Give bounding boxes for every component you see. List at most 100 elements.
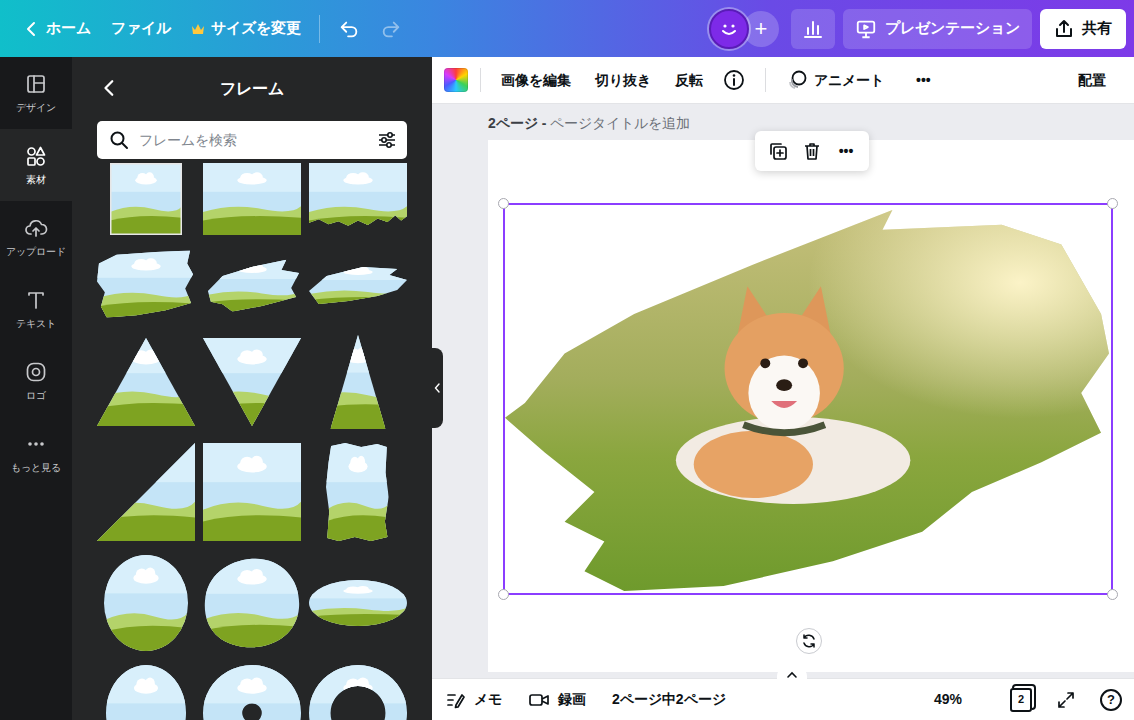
- rail-item[interactable]: 素材: [0, 129, 72, 201]
- share-label: 共有: [1082, 17, 1112, 40]
- zoom-label: 49%: [934, 689, 962, 710]
- more-options-button[interactable]: •••: [831, 136, 861, 166]
- frame-item[interactable]: [203, 443, 301, 541]
- zoom-level[interactable]: 49%: [934, 689, 962, 710]
- edit-image-label: 画像を編集: [501, 70, 571, 91]
- pages-grid-button[interactable]: 2: [1010, 688, 1032, 712]
- add-label: +: [755, 18, 768, 40]
- frame-shape-icon: [203, 338, 301, 426]
- rail-item[interactable]: デザイン: [0, 57, 72, 129]
- expand-pages-tab[interactable]: [777, 668, 807, 682]
- animate-button[interactable]: アニメート: [778, 63, 892, 97]
- editor-window: ホーム ファイル サイズを変更 + プレゼ: [0, 0, 1134, 720]
- arrange-button[interactable]: 配置: [1070, 64, 1114, 97]
- frame-item[interactable]: [203, 338, 301, 426]
- delete-button[interactable]: [797, 136, 827, 166]
- info-button[interactable]: [715, 63, 753, 97]
- more-label: •••: [916, 70, 931, 91]
- frames-panel: フレーム: [72, 57, 432, 720]
- top-bar: ホーム ファイル サイズを変更 + プレゼ: [0, 0, 1134, 57]
- page-title-placeholder[interactable]: ページタイトルを追加: [550, 115, 690, 131]
- redo-button[interactable]: [370, 12, 412, 46]
- flip-label: 反転: [675, 70, 703, 91]
- resize-handle[interactable]: [1107, 198, 1118, 209]
- rail-item[interactable]: アップロード: [0, 201, 72, 273]
- frame-item[interactable]: [309, 163, 407, 235]
- fullscreen-button[interactable]: [1056, 690, 1076, 710]
- rail-item[interactable]: もっと見る: [0, 417, 72, 489]
- present-button[interactable]: プレゼンテーション: [843, 9, 1032, 49]
- frame-item[interactable]: [309, 335, 407, 429]
- rail-label: ロゴ: [26, 388, 46, 403]
- frame-shape-icon: [106, 665, 186, 720]
- help-button[interactable]: ?: [1100, 689, 1122, 711]
- user-avatar[interactable]: [709, 9, 749, 49]
- crop-button[interactable]: 切り抜き: [587, 64, 659, 97]
- page-title[interactable]: 2ページ -ページタイトルを追加: [488, 113, 1134, 133]
- frame-shape-icon: [309, 335, 407, 429]
- design-icon: [24, 72, 48, 96]
- duplicate-button[interactable]: [763, 136, 793, 166]
- page-indicator: 2ページ中2ページ: [612, 689, 726, 710]
- filter-icon[interactable]: [377, 130, 397, 150]
- frame-item[interactable]: [110, 163, 182, 235]
- more-button[interactable]: •••: [908, 64, 939, 97]
- frame-item[interactable]: [309, 580, 407, 626]
- selected-image-frame[interactable]: [503, 203, 1113, 595]
- camera-icon: [528, 690, 550, 710]
- frame-item[interactable]: [309, 260, 407, 310]
- rail-label: テキスト: [16, 316, 56, 331]
- animate-label: アニメート: [814, 70, 884, 91]
- frame-item[interactable]: [104, 555, 188, 651]
- frame-item[interactable]: [309, 665, 407, 720]
- record-button[interactable]: 録画: [528, 689, 586, 710]
- design-page[interactable]: •••: [488, 140, 1134, 672]
- resize-handle[interactable]: [1107, 589, 1118, 600]
- frame-item[interactable]: [97, 338, 195, 426]
- page-number: 2ページ -: [488, 115, 546, 131]
- collapse-panel-handle[interactable]: [432, 348, 443, 428]
- flip-button[interactable]: 反転: [667, 64, 711, 97]
- undo-button[interactable]: [328, 12, 370, 46]
- expand-icon: [1056, 690, 1076, 710]
- resize-handle[interactable]: [498, 589, 509, 600]
- notes-icon: [446, 690, 466, 710]
- back-chevron-icon[interactable]: [101, 79, 119, 97]
- color-swatch[interactable]: [444, 68, 468, 92]
- frame-shape-icon: [104, 555, 188, 651]
- frame-item[interactable]: [203, 665, 301, 720]
- frame-item[interactable]: [203, 163, 301, 235]
- frame-item[interactable]: [97, 443, 195, 541]
- notes-button[interactable]: メモ: [446, 689, 502, 710]
- rotate-handle[interactable]: [796, 628, 822, 654]
- home-button[interactable]: ホーム: [14, 11, 101, 46]
- page-indicator-label: 2ページ中2ページ: [612, 689, 726, 710]
- share-button[interactable]: 共有: [1040, 9, 1126, 49]
- frame-item[interactable]: [326, 443, 390, 541]
- resize-button[interactable]: サイズを変更: [181, 11, 311, 46]
- undo-icon: [338, 18, 360, 40]
- edit-image-button[interactable]: 画像を編集: [493, 64, 579, 97]
- resize-handle[interactable]: [498, 198, 509, 209]
- frame-item[interactable]: [106, 665, 186, 720]
- frame-item[interactable]: [97, 249, 195, 321]
- frame-shape-icon: [97, 249, 195, 321]
- dog-photo-icon: [505, 205, 1111, 593]
- duplicate-icon: [768, 141, 788, 161]
- frame-shape-icon: [309, 163, 407, 235]
- frame-shape-icon: [309, 580, 407, 626]
- frame-item[interactable]: [203, 557, 301, 649]
- arrange-label: 配置: [1078, 70, 1106, 91]
- separator: [480, 68, 481, 92]
- present-label: プレゼンテーション: [885, 17, 1020, 40]
- rail-item[interactable]: テキスト: [0, 273, 72, 345]
- insights-button[interactable]: [791, 9, 835, 49]
- more-options-label: •••: [839, 141, 854, 162]
- file-menu[interactable]: ファイル: [101, 11, 181, 46]
- separator: [765, 68, 766, 92]
- rail-label: デザイン: [16, 100, 56, 115]
- frame-shape-icon: [203, 163, 301, 235]
- frame-item[interactable]: [203, 255, 301, 315]
- rail-item[interactable]: ロゴ: [0, 345, 72, 417]
- search-input[interactable]: [139, 130, 367, 151]
